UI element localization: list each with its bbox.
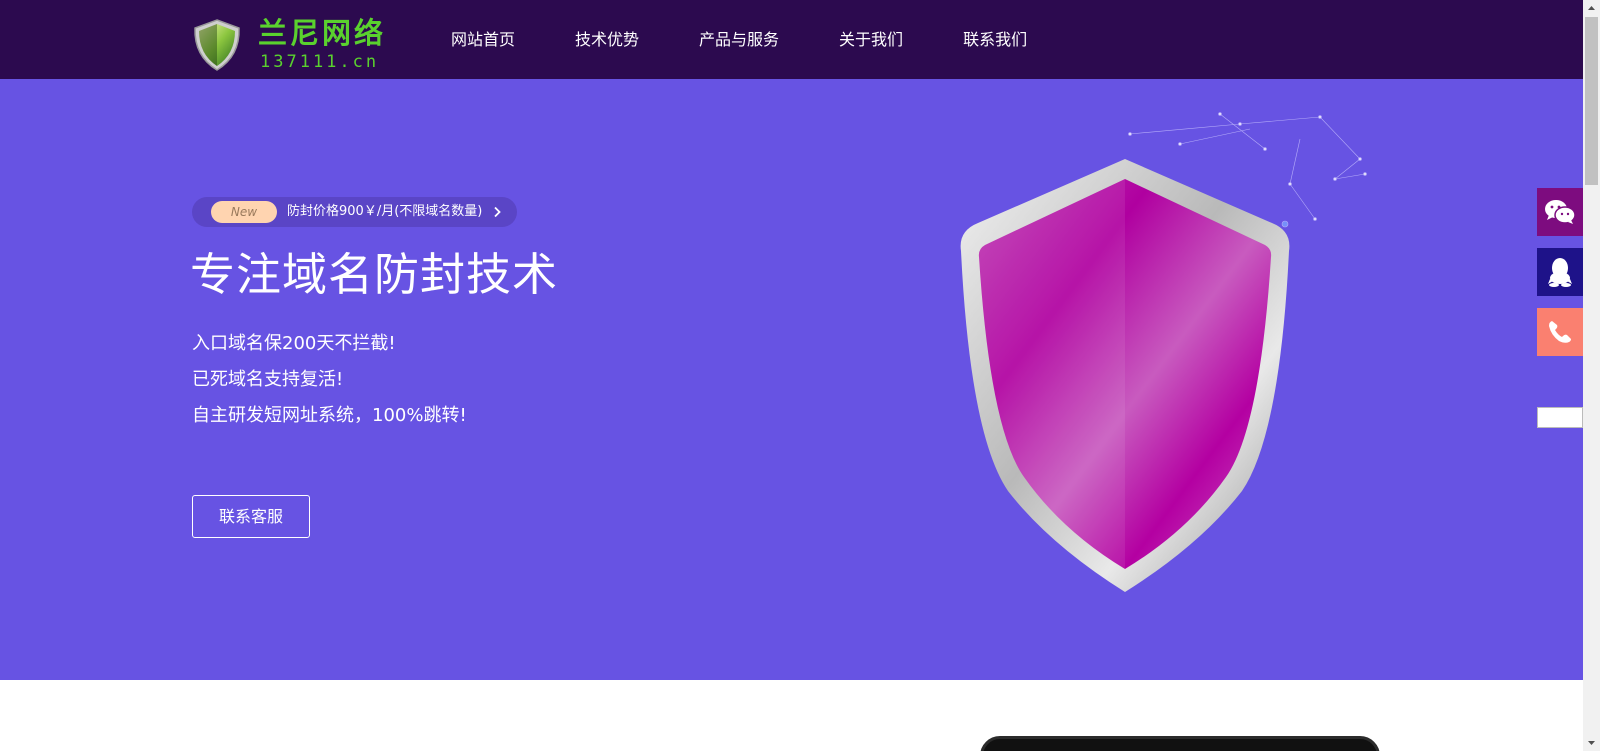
hero-feature-3: 自主研发短网址系统，100%跳转! xyxy=(192,405,467,426)
shield-illustration xyxy=(960,112,1367,592)
nav-item-home[interactable]: 网站首页 xyxy=(451,0,515,79)
device-image-top xyxy=(980,736,1380,751)
wechat-button[interactable] xyxy=(1537,188,1583,236)
main-nav: 网站首页 技术优势 产品与服务 关于我们 联系我们 xyxy=(451,0,1087,79)
scroll-down-arrow-icon[interactable] xyxy=(1583,734,1600,751)
price-badge[interactable]: New 防封价格900￥/月(不限域名数量) xyxy=(192,197,517,227)
logo-title: 兰尼网络 xyxy=(258,16,387,50)
nav-item-tech-advantages[interactable]: 技术优势 xyxy=(575,0,639,79)
wechat-icon xyxy=(1545,200,1576,224)
scroll-up-arrow-icon[interactable] xyxy=(1583,0,1600,17)
phone-icon xyxy=(1549,321,1571,343)
page-scrollbar[interactable] xyxy=(1583,0,1600,751)
phone-button[interactable] xyxy=(1537,308,1583,356)
header: 兰尼网络 137111.cn 网站首页 技术优势 产品与服务 关于我们 联系我们 xyxy=(0,0,1583,79)
hero-banner: New 防封价格900￥/月(不限域名数量) 专注域名防封技术 入口域名保200… xyxy=(0,79,1583,680)
nav-item-about-us[interactable]: 关于我们 xyxy=(839,0,903,79)
logo[interactable]: 兰尼网络 137111.cn xyxy=(192,14,383,74)
logo-domain: 137111.cn xyxy=(260,52,380,72)
new-tag: New xyxy=(211,201,277,223)
chevron-right-icon xyxy=(494,206,501,218)
broken-image-placeholder xyxy=(1537,407,1583,428)
scroll-thumb[interactable] xyxy=(1585,17,1598,185)
nav-item-products-services[interactable]: 产品与服务 xyxy=(699,0,779,79)
nav-item-contact-us[interactable]: 联系我们 xyxy=(963,0,1027,79)
hero-title: 专注域名防封技术 xyxy=(190,248,559,301)
contact-service-button[interactable]: 联系客服 xyxy=(192,495,310,538)
qq-button[interactable] xyxy=(1537,248,1583,296)
hero-feature-1: 入口域名保200天不拦截! xyxy=(192,333,396,354)
qq-icon xyxy=(1548,258,1572,287)
logo-shield-icon xyxy=(194,19,240,71)
badge-text: 防封价格900￥/月(不限域名数量) xyxy=(287,204,483,219)
hero-feature-2: 已死域名支持复活! xyxy=(192,369,344,390)
